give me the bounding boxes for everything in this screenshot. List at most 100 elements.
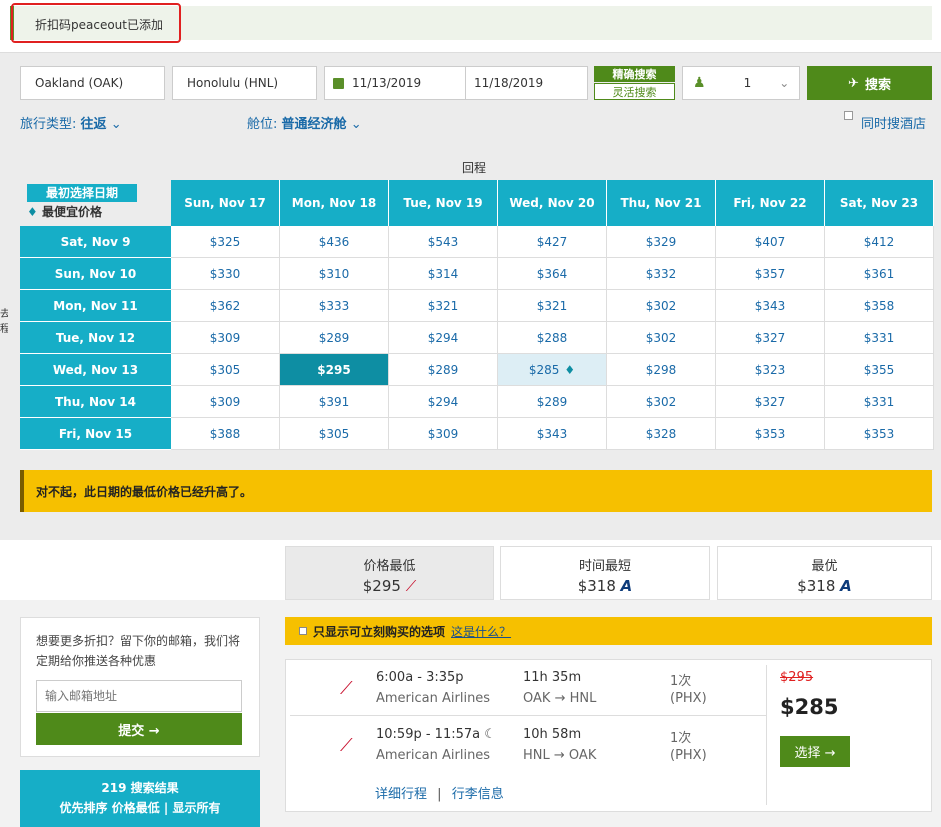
fare-cell[interactable]: $305 (280, 418, 389, 450)
fare-cell[interactable]: $310 (280, 258, 389, 290)
tab-title: 价格最低 (363, 559, 416, 574)
fare-cell[interactable]: $353 (716, 418, 825, 450)
fare-cell[interactable]: $289 (498, 386, 607, 418)
fare-cell[interactable]: $294 (389, 322, 498, 354)
fare-cell[interactable]: $323 (716, 354, 825, 386)
fare-cell[interactable]: $302 (607, 386, 716, 418)
fare-price: $321 (536, 298, 568, 313)
arrow-right-icon: → (554, 691, 570, 706)
alaska-airlines-logo-icon: A (620, 577, 633, 595)
row-header: Sun, Nov 10 (20, 258, 171, 290)
search-button-label: 搜索 (864, 77, 891, 93)
fare-cell[interactable]: $329 (607, 226, 716, 258)
flexible-search-toggle[interactable]: 灵活搜索 (594, 83, 675, 100)
instant-book-checkbox[interactable] (299, 627, 307, 635)
inbound-duration: 10h 58m (523, 727, 582, 742)
fare-cell[interactable]: $436 (280, 226, 389, 258)
diamond-icon: ♦ (564, 362, 576, 377)
fare-cell[interactable]: $314 (389, 258, 498, 290)
fare-cell[interactable]: $353 (825, 418, 934, 450)
fare-cell[interactable]: $309 (171, 322, 280, 354)
inbound-time-value: 10:59p - 11:57a (376, 727, 481, 742)
fare-cell[interactable]: $357 (716, 258, 825, 290)
column-header: Thu, Nov 21 (607, 180, 716, 226)
fare-cell[interactable]: $330 (171, 258, 280, 290)
fare-price: $294 (427, 394, 459, 409)
fare-cell[interactable]: $332 (607, 258, 716, 290)
email-submit-button[interactable]: 提交 → (36, 713, 242, 745)
fare-cell[interactable]: $285 ♦ (498, 354, 607, 386)
fare-cell[interactable]: $288 (498, 322, 607, 354)
fare-cell[interactable]: $305 (171, 354, 280, 386)
fare-cell[interactable]: $407 (716, 226, 825, 258)
fare-cell[interactable]: $427 (498, 226, 607, 258)
fare-cell[interactable]: $321 (389, 290, 498, 322)
fare-cell[interactable]: $343 (716, 290, 825, 322)
fare-cell[interactable]: $328 (607, 418, 716, 450)
origin-field[interactable]: Oakland (OAK) (20, 66, 165, 100)
fare-cell[interactable]: $343 (498, 418, 607, 450)
fare-price: $436 (318, 234, 350, 249)
fare-cell[interactable]: $331 (825, 386, 934, 418)
fare-cell[interactable]: $355 (825, 354, 934, 386)
fare-price: $329 (645, 234, 677, 249)
depart-date-field[interactable]: 11/13/2019 (324, 66, 466, 100)
fare-price: $327 (754, 330, 786, 345)
select-button[interactable]: 选择 → (780, 736, 850, 767)
fare-price: $305 (318, 426, 350, 441)
fare-cell[interactable]: $388 (171, 418, 280, 450)
fare-price: $314 (427, 266, 459, 281)
baggage-link[interactable]: 行李信息 (452, 787, 504, 802)
fare-cell[interactable]: $294 (389, 386, 498, 418)
fare-cell[interactable]: $289 (389, 354, 498, 386)
tab-best[interactable]: 最优 $318 A (717, 546, 932, 600)
fare-price: $294 (427, 330, 459, 345)
tab-title: 最优 (811, 559, 838, 574)
passenger-select[interactable]: ♟ 1 ⌄ (682, 66, 800, 100)
whats-this-link[interactable]: 这是什么？ (451, 623, 511, 640)
details-link[interactable]: 详细行程 (375, 787, 427, 802)
hotel-checkbox[interactable] (844, 111, 853, 120)
fare-cell[interactable]: $364 (498, 258, 607, 290)
results-sort-line[interactable]: 优先排序 价格最低 | 显示所有 (20, 799, 260, 816)
fare-cell[interactable]: $295 (280, 354, 389, 386)
exact-search-toggle[interactable]: 精确搜索 (594, 66, 675, 82)
fare-cell[interactable]: $412 (825, 226, 934, 258)
fare-cell[interactable]: $543 (389, 226, 498, 258)
hotel-checkbox-label[interactable]: 同时搜酒店 (861, 113, 926, 132)
airplane-icon: ✈ (848, 75, 859, 91)
fare-cell[interactable]: $333 (280, 290, 389, 322)
fare-cell[interactable]: $362 (171, 290, 280, 322)
cabin-select[interactable]: 舱位: 普通经济舱 ⌄ (247, 113, 362, 132)
fare-price: $289 (318, 330, 350, 345)
tab-cheapest[interactable]: 价格最低 $295 ⟋ (285, 546, 494, 600)
fare-cell[interactable]: $309 (171, 386, 280, 418)
tab-fastest[interactable]: 时间最短 $318 A (500, 546, 710, 600)
fare-cell[interactable]: $327 (716, 386, 825, 418)
fare-cell[interactable]: $327 (716, 322, 825, 354)
destination-field[interactable]: Honolulu (HNL) (172, 66, 317, 100)
fare-cell[interactable]: $331 (825, 322, 934, 354)
inbound-stops: 1次 (670, 731, 692, 746)
fare-cell[interactable]: $361 (825, 258, 934, 290)
fare-cell[interactable]: $391 (280, 386, 389, 418)
column-header: Sun, Nov 17 (171, 180, 280, 226)
return-date-field[interactable]: 11/18/2019 (465, 66, 588, 100)
person-icon: ♟ (693, 75, 706, 91)
fare-cell[interactable]: $321 (498, 290, 607, 322)
arrow-right-icon: → (553, 748, 569, 763)
moon-icon: ☾ (484, 727, 496, 742)
fare-cell[interactable]: $302 (607, 290, 716, 322)
fare-cell[interactable]: $289 (280, 322, 389, 354)
search-button[interactable]: ✈ 搜索 (807, 66, 932, 100)
fare-cell[interactable]: $302 (607, 322, 716, 354)
depart-date-value: 11/13/2019 (352, 76, 422, 90)
fare-cell[interactable]: $358 (825, 290, 934, 322)
tab-title: 时间最短 (578, 559, 631, 574)
chevron-down-icon: ⌄ (350, 117, 362, 132)
email-input[interactable] (36, 680, 242, 712)
fare-cell[interactable]: $309 (389, 418, 498, 450)
fare-cell[interactable]: $298 (607, 354, 716, 386)
fare-cell[interactable]: $325 (171, 226, 280, 258)
trip-type-select[interactable]: 旅行类型: 往返 ⌄ (20, 113, 122, 132)
